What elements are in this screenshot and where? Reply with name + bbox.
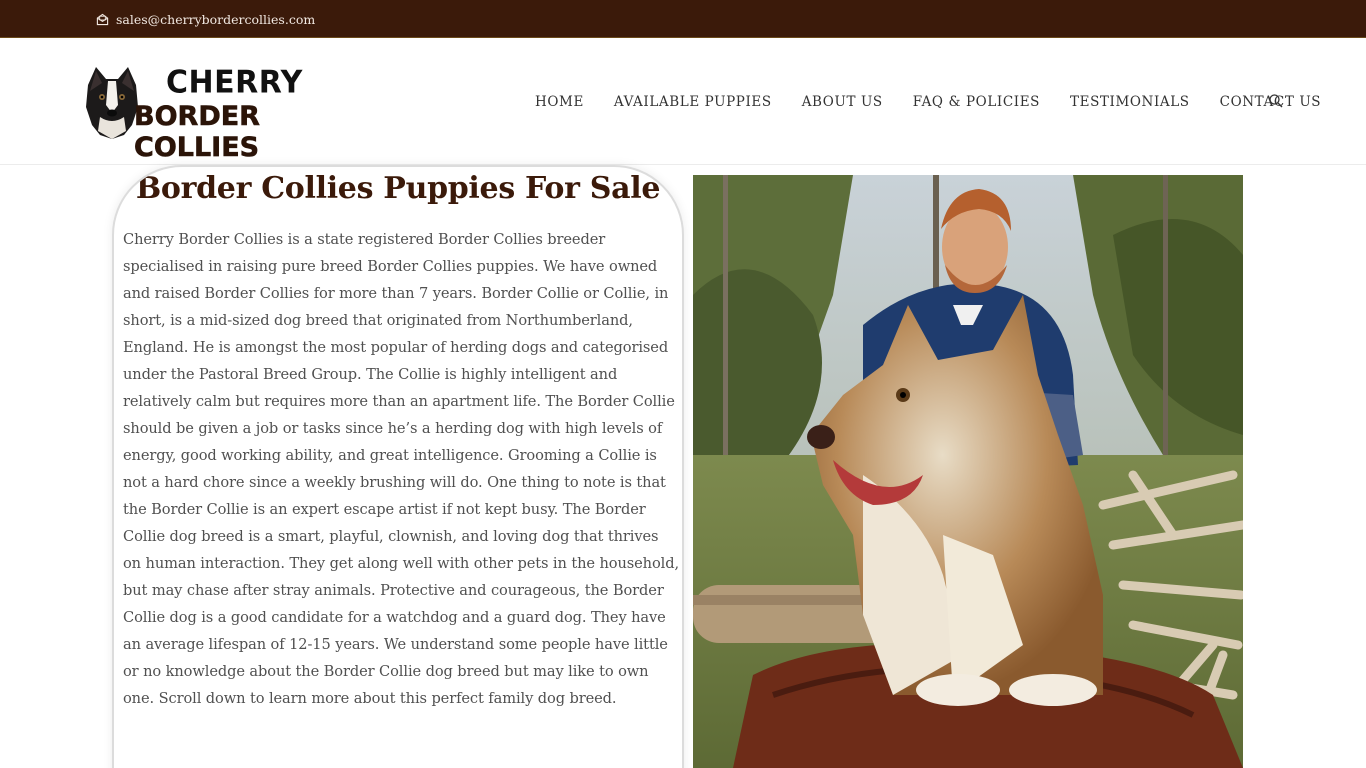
nav-item-testimonials[interactable]: TESTIMONIALS	[1055, 94, 1205, 110]
top-bar: sales@cherrybordercollies.com	[0, 0, 1366, 38]
intro-card: Border Collies Puppies For Sale Cherry B…	[112, 165, 684, 768]
topbar-email-text: sales@cherrybordercollies.com	[116, 11, 316, 27]
site-logo[interactable]: CHERRY BORDER COLLIES	[82, 64, 338, 163]
nav-item-faq-policies[interactable]: FAQ & POLICIES	[898, 94, 1055, 110]
nav-item-home[interactable]: HOME	[520, 94, 599, 110]
logo-text-cherry: CHERRY	[166, 64, 303, 101]
nav-item-available-puppies[interactable]: AVAILABLE PUPPIES	[599, 94, 787, 110]
logo-text-border-collies: BORDER COLLIES	[134, 101, 261, 164]
site-header: CHERRY BORDER COLLIES HOME AVAILABLE PUP…	[0, 39, 1366, 165]
nav-item-about-us[interactable]: ABOUT US	[787, 94, 898, 110]
page-title: Border Collies Puppies For Sale	[135, 171, 661, 206]
border-collie-logo-icon	[86, 67, 138, 139]
man-with-collie-photo	[693, 175, 1243, 768]
main-nav: HOME AVAILABLE PUPPIES ABOUT US FAQ & PO…	[520, 39, 1336, 165]
search-icon[interactable]	[1268, 93, 1284, 109]
intro-paragraph: Cherry Border Collies is a state registe…	[123, 231, 680, 707]
hero-photo	[693, 175, 1243, 768]
topbar-email-link[interactable]: sales@cherrybordercollies.com	[96, 0, 315, 38]
envelope-icon	[96, 13, 109, 25]
